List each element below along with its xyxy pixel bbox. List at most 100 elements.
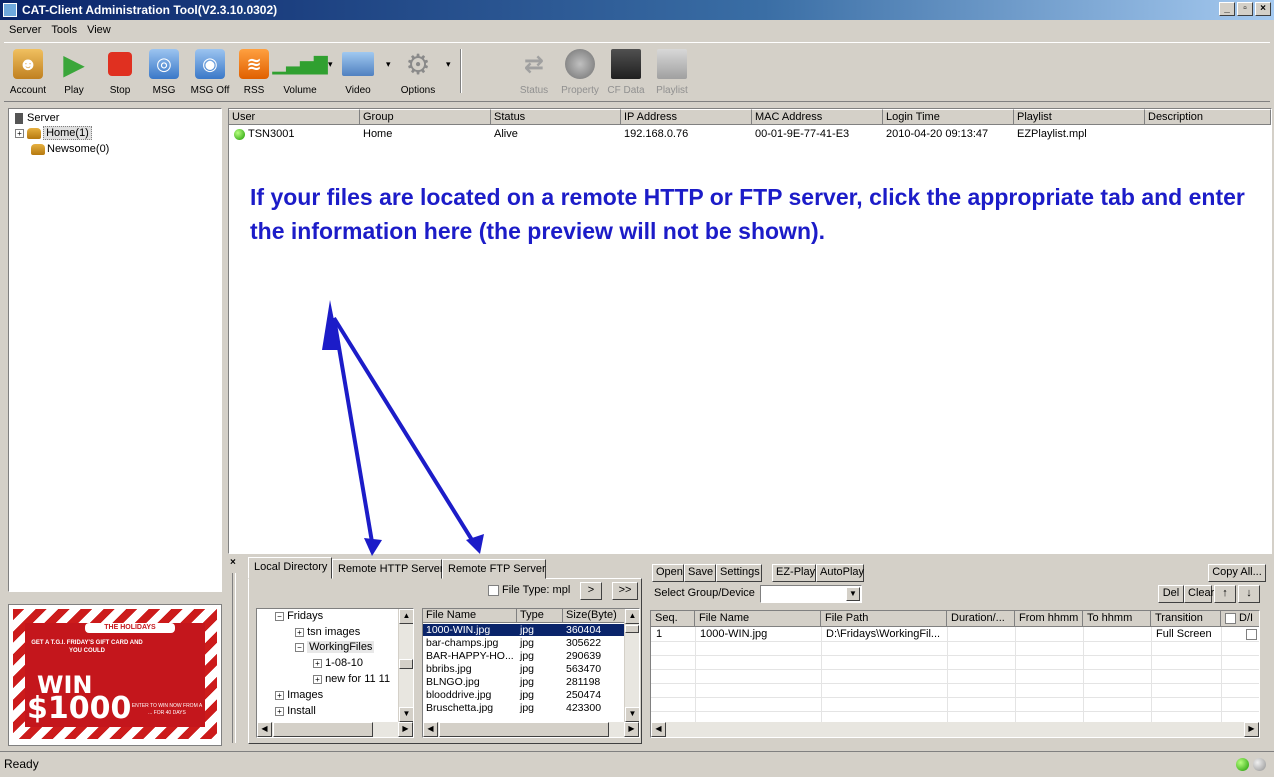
move-up-button[interactable]: ↑ bbox=[1214, 585, 1236, 603]
tab-remote-ftp[interactable]: Remote FTP Server bbox=[442, 559, 546, 579]
stop-button[interactable]: Stop bbox=[96, 49, 144, 96]
scroll-left-icon[interactable]: ◀ bbox=[423, 722, 438, 737]
scroll-up-icon[interactable]: ▲ bbox=[399, 609, 413, 624]
tab-remote-http[interactable]: Remote HTTP Server bbox=[332, 559, 444, 579]
copy-all-button[interactable]: Copy All... bbox=[1208, 564, 1266, 582]
select-all-checkbox[interactable] bbox=[1225, 612, 1236, 624]
column-header-duration[interactable]: Duration/... bbox=[947, 611, 1015, 627]
column-header-group[interactable]: Group bbox=[360, 109, 491, 125]
chevron-down-icon[interactable]: ▼ bbox=[846, 587, 860, 601]
tab-local-directory[interactable]: Local Directory bbox=[248, 557, 332, 579]
file-type-filter[interactable]: File Type: mpl bbox=[488, 584, 570, 596]
cf-data-button[interactable]: CF Data bbox=[602, 49, 650, 96]
scroll-thumb[interactable] bbox=[399, 659, 413, 669]
file-list-horizontal-scrollbar[interactable]: ◀ ▶ bbox=[423, 722, 639, 737]
settings-button[interactable]: Settings bbox=[716, 564, 762, 582]
panel-splitter[interactable] bbox=[232, 573, 236, 743]
column-header-description[interactable]: Description bbox=[1145, 109, 1271, 125]
delete-button[interactable]: Del bbox=[1158, 585, 1184, 603]
move-down-button[interactable]: ↓ bbox=[1238, 585, 1260, 603]
playlist-horizontal-scrollbar[interactable]: ◀ ▶ bbox=[651, 722, 1259, 737]
status-button[interactable]: ⇄ Status bbox=[510, 49, 558, 97]
dir-item-install[interactable]: + Install bbox=[275, 704, 316, 719]
dir-item-tsn-images[interactable]: + tsn images bbox=[295, 625, 360, 640]
scroll-down-icon[interactable]: ▼ bbox=[399, 707, 413, 722]
menu-tools[interactable]: Tools bbox=[46, 24, 82, 36]
directory-horizontal-scrollbar[interactable]: ◀ ▶ bbox=[257, 722, 413, 737]
account-button[interactable]: ☻ Account bbox=[4, 49, 52, 96]
dir-item-1-08-10[interactable]: + 1-08-10 bbox=[313, 656, 363, 671]
column-header-file-path[interactable]: File Path bbox=[821, 611, 947, 627]
volume-dropdown-arrow-icon[interactable]: ▾ bbox=[328, 59, 333, 70]
column-header-status[interactable]: Status bbox=[491, 109, 621, 125]
scroll-right-icon[interactable]: ▶ bbox=[398, 722, 413, 737]
dir-item-fridays[interactable]: − Fridays bbox=[275, 609, 323, 624]
minimize-button[interactable]: _ bbox=[1219, 2, 1235, 16]
column-header-ip[interactable]: IP Address bbox=[621, 109, 752, 125]
column-header-file-name[interactable]: File Name bbox=[423, 609, 517, 623]
column-header-d-i[interactable]: D/I bbox=[1221, 611, 1259, 627]
menu-view[interactable]: View bbox=[82, 24, 116, 36]
msg-off-button[interactable]: ◉ MSG Off bbox=[186, 49, 234, 96]
tree-item-home[interactable]: + Home(1) bbox=[15, 126, 92, 141]
scroll-thumb[interactable] bbox=[439, 722, 609, 737]
column-header-playlist[interactable]: Playlist bbox=[1014, 109, 1145, 125]
column-header-user[interactable]: User bbox=[229, 109, 360, 125]
rss-button[interactable]: ≋ RSS bbox=[230, 49, 278, 96]
expand-icon[interactable]: + bbox=[313, 658, 322, 668]
scroll-left-icon[interactable]: ◀ bbox=[257, 722, 272, 737]
column-header-login-time[interactable]: Login Time bbox=[883, 109, 1014, 125]
file-type-checkbox[interactable] bbox=[488, 584, 499, 596]
close-panel-button[interactable]: × bbox=[230, 557, 236, 568]
column-header-seq[interactable]: Seq. bbox=[651, 611, 695, 627]
expand-icon[interactable]: + bbox=[275, 690, 284, 700]
expand-icon[interactable]: + bbox=[313, 674, 322, 684]
file-list-vertical-scrollbar[interactable]: ▲ ▼ bbox=[624, 609, 639, 722]
collapse-icon[interactable]: − bbox=[275, 611, 284, 621]
column-header-type[interactable]: Type bbox=[517, 609, 563, 623]
dir-item-images[interactable]: + Images bbox=[275, 688, 323, 703]
column-header-to[interactable]: To hhmm bbox=[1083, 611, 1151, 627]
volume-button[interactable]: ▁▃▅▇ Volume bbox=[272, 49, 327, 97]
scroll-right-icon[interactable]: ▶ bbox=[1244, 722, 1259, 737]
row-checkbox[interactable] bbox=[1246, 628, 1257, 640]
video-button[interactable]: Video bbox=[334, 49, 382, 96]
column-header-mac[interactable]: MAC Address bbox=[752, 109, 883, 125]
video-dropdown-arrow-icon[interactable]: ▾ bbox=[386, 59, 391, 70]
group-device-select[interactable]: ▼ bbox=[760, 585, 862, 603]
directory-vertical-scrollbar[interactable]: ▲ ▼ bbox=[398, 609, 413, 722]
scroll-thumb[interactable] bbox=[273, 722, 373, 737]
playlist-button[interactable]: Playlist bbox=[648, 49, 696, 96]
msg-button[interactable]: ◎ MSG bbox=[140, 49, 188, 96]
collapse-icon[interactable]: − bbox=[295, 642, 304, 652]
scroll-right-icon[interactable]: ▶ bbox=[624, 722, 639, 737]
restore-button[interactable]: ▫ bbox=[1237, 2, 1253, 16]
open-button[interactable]: Open bbox=[652, 564, 684, 582]
column-header-transition[interactable]: Transition bbox=[1151, 611, 1221, 627]
clear-button[interactable]: Clear bbox=[1184, 585, 1214, 603]
scroll-thumb[interactable] bbox=[625, 625, 639, 633]
next-button[interactable]: > bbox=[580, 582, 602, 600]
column-header-from[interactable]: From hhmm bbox=[1015, 611, 1083, 627]
last-button[interactable]: >> bbox=[612, 582, 638, 600]
play-button[interactable]: ▶ Play bbox=[50, 49, 98, 97]
dir-item-new-for-11-11[interactable]: + new for 11 11 bbox=[313, 672, 390, 687]
scroll-left-icon[interactable]: ◀ bbox=[651, 722, 666, 737]
menu-server[interactable]: Server bbox=[4, 24, 46, 36]
close-button[interactable]: × bbox=[1255, 2, 1271, 16]
ez-play-button[interactable]: EZ-Play bbox=[772, 564, 816, 582]
save-button[interactable]: Save bbox=[684, 564, 716, 582]
options-button[interactable]: ⚙ Options bbox=[394, 49, 442, 97]
options-dropdown-arrow-icon[interactable]: ▾ bbox=[446, 59, 451, 70]
tree-item-newsome[interactable]: Newsome(0) bbox=[31, 142, 109, 157]
expand-icon[interactable]: + bbox=[275, 706, 284, 716]
column-header-size[interactable]: Size(Byte) bbox=[563, 609, 625, 623]
expand-icon[interactable]: + bbox=[15, 128, 24, 138]
scroll-up-icon[interactable]: ▲ bbox=[625, 609, 639, 624]
dir-item-workingfiles[interactable]: − WorkingFiles bbox=[295, 640, 375, 655]
tree-server-root[interactable]: Server bbox=[15, 111, 59, 126]
column-header-file-name[interactable]: File Name bbox=[695, 611, 821, 627]
autoplay-button[interactable]: AutoPlay bbox=[816, 564, 864, 582]
expand-icon[interactable]: + bbox=[295, 627, 304, 637]
scroll-down-icon[interactable]: ▼ bbox=[625, 707, 639, 722]
